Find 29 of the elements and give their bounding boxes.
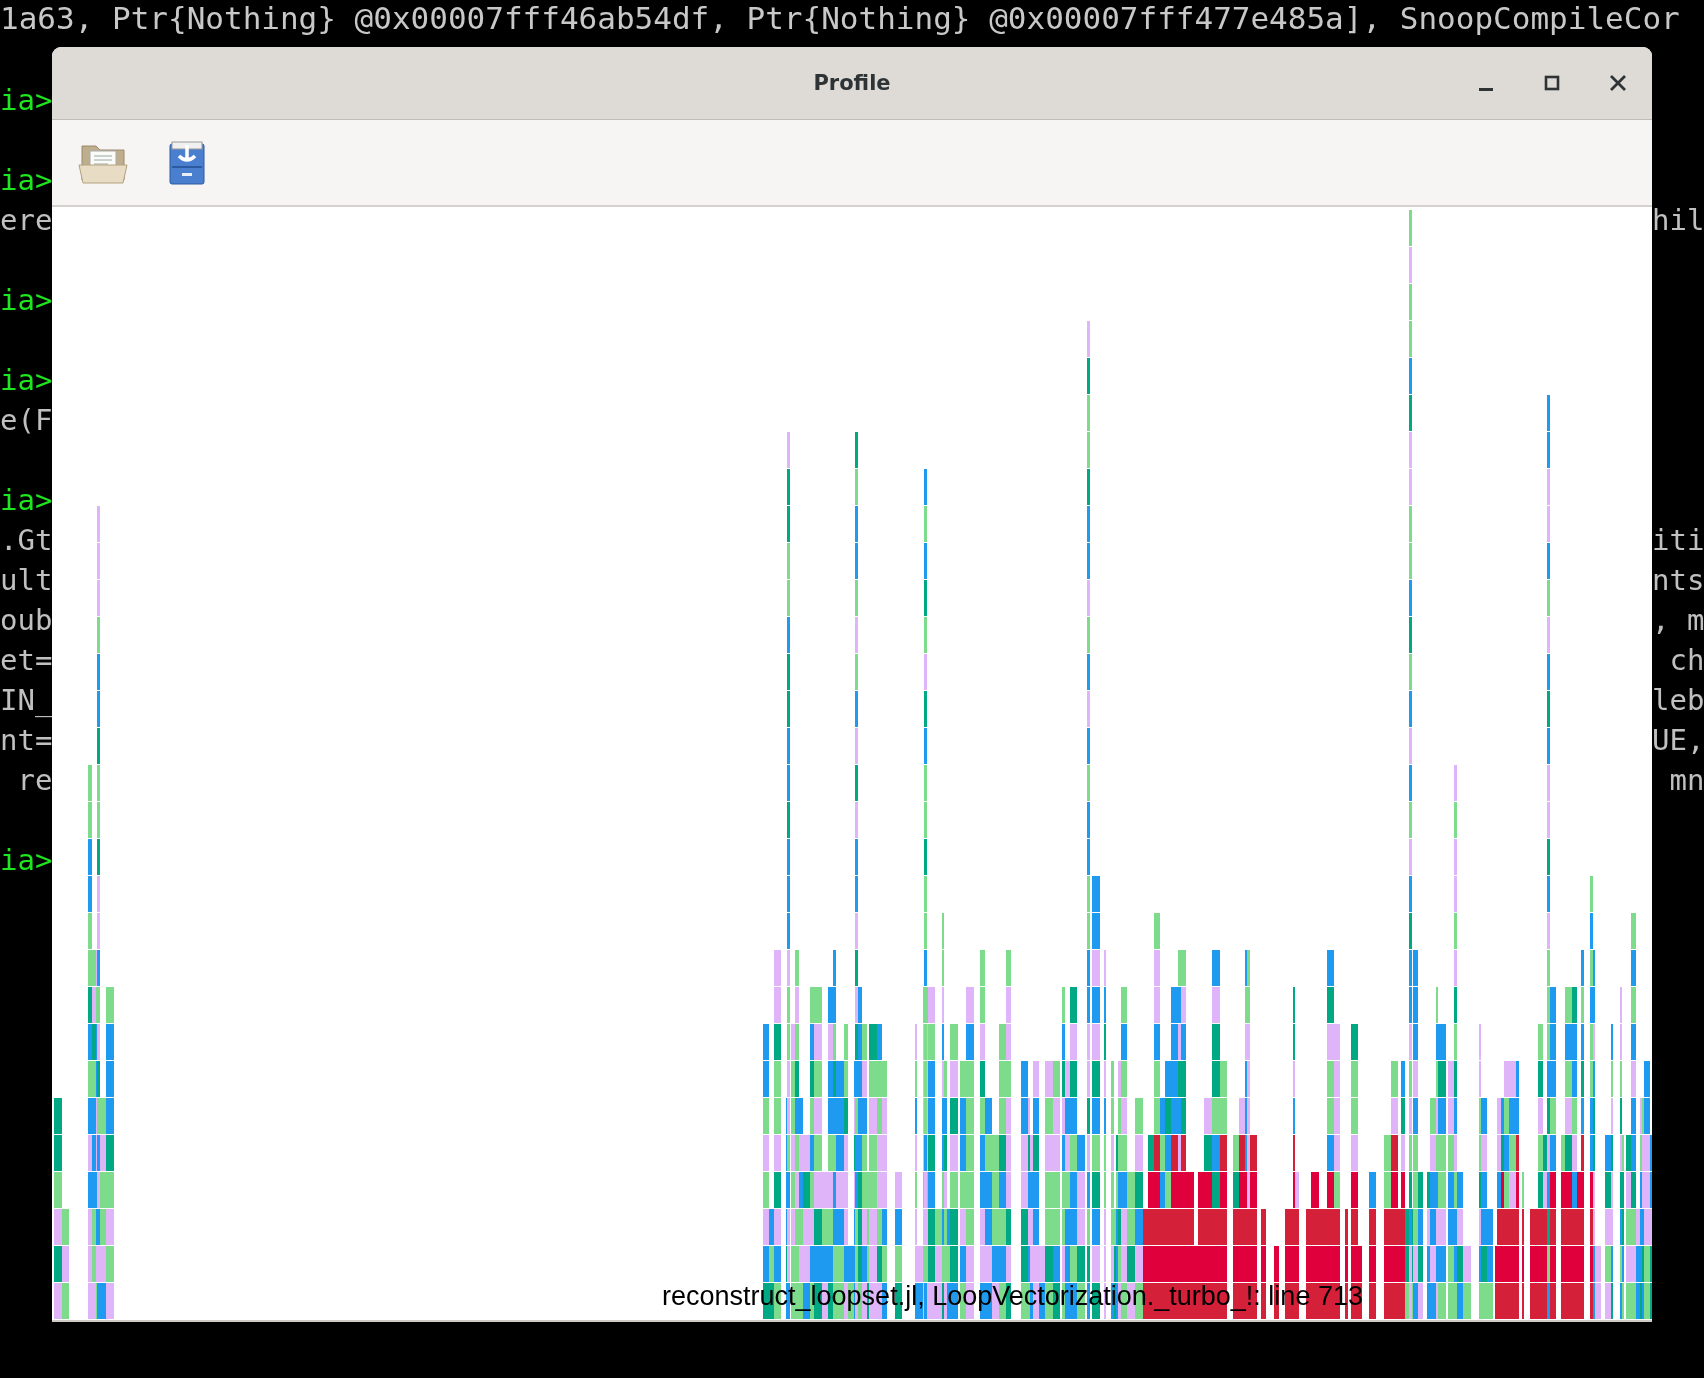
terminal-prompt: ia>	[0, 83, 52, 117]
window-title: Profile	[813, 71, 891, 95]
terminal-text: re	[16, 763, 52, 797]
terminal-text: iti	[1652, 523, 1704, 557]
maximize-icon	[1544, 75, 1560, 91]
terminal-prompt: ia>	[0, 363, 52, 397]
terminal-text: nt=	[0, 723, 52, 757]
terminal-prompt: ia>	[0, 843, 52, 877]
terminal-text: IN_	[0, 683, 52, 717]
terminal-text: et=	[0, 643, 52, 677]
terminal-text: nts	[1652, 563, 1704, 597]
terminal-line: 1a63, Ptr{Nothing} @0x00007fff46ab54df, Ptr{Nothing} @0x00007fff477e485a], SnoopCompileCor	[0, 0, 1681, 38]
terminal-text: ult	[0, 563, 52, 597]
minimize-icon	[1479, 87, 1493, 91]
terminal-text: ch	[1668, 643, 1704, 677]
terminal-prompt: ia>	[0, 163, 52, 197]
terminal-text: , m	[1652, 603, 1704, 637]
terminal-text: e(F	[0, 403, 52, 437]
terminal-text: oub	[0, 603, 52, 637]
terminal-prompt: ia>	[0, 483, 52, 517]
terminal-text: ere	[0, 203, 52, 237]
terminal-text: hil	[1652, 203, 1704, 237]
close-icon	[1609, 74, 1627, 92]
terminal-text: .Gt	[0, 523, 52, 557]
terminal-text: leb	[1652, 683, 1704, 717]
terminal-text: mn	[1668, 763, 1704, 797]
terminal-prompt: ia>	[0, 283, 52, 317]
filing-cabinet-icon[interactable]	[168, 139, 206, 186]
terminal-text: UE,	[1652, 723, 1704, 757]
